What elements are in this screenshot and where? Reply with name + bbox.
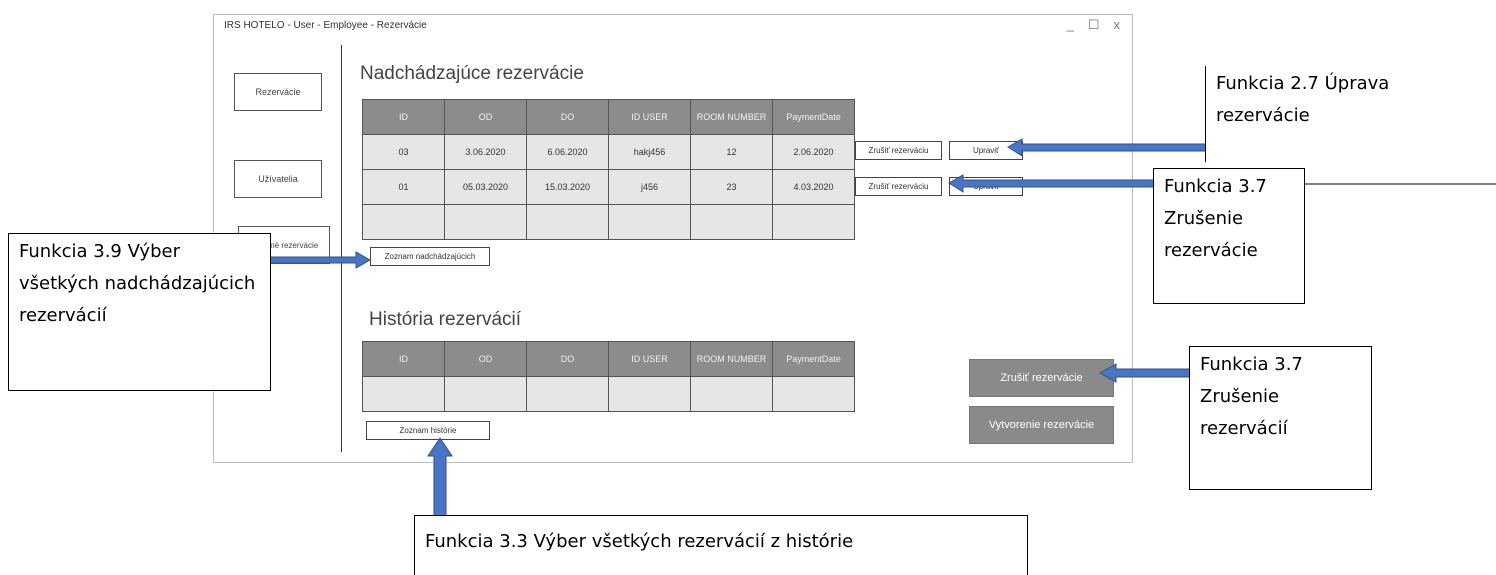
annotation-cancel: Funkcia 3.7 Zrušenie rezervácie (1153, 168, 1305, 304)
annotation-select-history: Funkcia 3.3 Výber všetkých rezervácií z … (414, 515, 1028, 575)
arrow-upcoming-icon (269, 251, 372, 269)
arrow-cancel-all-icon (1098, 363, 1191, 383)
annotation-select-upcoming: Funkcia 3.9 Výber všetkých nadchádzajúci… (8, 233, 271, 391)
arrow-edit-icon (1007, 138, 1213, 157)
annotation-cancel-all: Funkcia 3.7 Zrušenie rezervácií (1189, 346, 1372, 490)
annotation-edit: Funkcia 2.7 Úprava rezervácie (1205, 66, 1496, 162)
arrow-cancel-icon (948, 174, 1169, 193)
arrow-history-icon (427, 437, 453, 521)
